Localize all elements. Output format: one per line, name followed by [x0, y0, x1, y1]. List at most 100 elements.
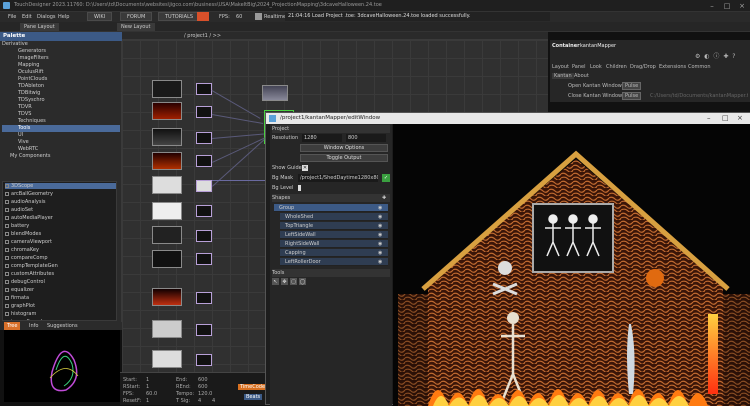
tempo-value[interactable]: 120.0 [198, 391, 212, 397]
list-item[interactable]: debugControl [5, 279, 45, 285]
open-pulse-button[interactable]: Pulse [622, 82, 642, 90]
tree-item[interactable]: My Components [10, 153, 51, 160]
fps-value[interactable]: 60.0 [146, 391, 157, 397]
new-layout-button[interactable]: New Layout [117, 23, 155, 31]
node[interactable] [262, 85, 288, 101]
forum-button[interactable]: FORUM [120, 12, 153, 21]
node[interactable] [152, 320, 182, 338]
node[interactable] [196, 292, 212, 304]
menu-file[interactable]: File [8, 14, 16, 20]
tab-panel[interactable]: Panel [572, 64, 586, 70]
node[interactable] [196, 324, 212, 336]
list-item[interactable]: firmata [5, 295, 29, 301]
tree-item[interactable]: Mapping [18, 62, 39, 69]
tree-item[interactable]: Vive [18, 139, 29, 146]
tree-item[interactable]: Derivative [2, 41, 28, 48]
list-item[interactable]: audioAnalysis [5, 199, 45, 205]
end-value[interactable]: 600 [198, 377, 208, 383]
eye-icon[interactable]: ◉ [378, 222, 382, 230]
realtime-checkbox[interactable] [255, 13, 262, 20]
tree-item-selected[interactable]: Tools [2, 125, 120, 132]
node[interactable] [152, 80, 182, 98]
rend-value[interactable]: 600 [198, 384, 208, 390]
beats-button[interactable]: Beats [244, 394, 263, 400]
toggle-output-button[interactable]: Toggle Output [300, 154, 388, 162]
node[interactable] [196, 132, 212, 144]
tree-item[interactable]: Generators [18, 48, 46, 55]
node[interactable] [196, 253, 212, 265]
node[interactable] [152, 128, 182, 146]
list-item[interactable]: audioSet [5, 207, 33, 213]
wiki-button[interactable]: WIKI [87, 12, 113, 21]
tree-item[interactable]: TDSyschro [18, 97, 45, 104]
tree-item[interactable]: TDVS [18, 111, 31, 118]
node[interactable] [152, 288, 182, 306]
move-tool-icon[interactable]: ✥ [281, 278, 288, 285]
node[interactable] [196, 230, 212, 242]
tree-item[interactable]: ImageFilters [18, 55, 49, 62]
node[interactable] [152, 152, 182, 170]
list-item[interactable]: 3DScope [5, 183, 116, 189]
list-item[interactable]: battery [5, 223, 29, 229]
node[interactable] [152, 102, 182, 120]
tree-item[interactable]: TDAbleton [18, 83, 44, 90]
window-options-button[interactable]: Window Options [300, 144, 388, 152]
menu-dialogs[interactable]: Dialogs [37, 14, 56, 20]
operator-list[interactable]: 3DScope arcBallGeometry audioAnalysis au… [2, 181, 117, 321]
node[interactable] [196, 106, 212, 118]
circle-tool-icon[interactable]: ◯ [299, 278, 306, 285]
minimize-icon[interactable]: – [707, 113, 711, 124]
list-item[interactable]: graphPlot [5, 303, 35, 309]
tab-info[interactable]: Info [26, 322, 41, 330]
shape-row[interactable]: WholeShed ◉ [280, 213, 388, 221]
tab-drag-drop[interactable]: Drag/Drop [630, 64, 656, 70]
shape-row[interactable]: TopTriangle ◉ [280, 222, 388, 230]
menu-help[interactable]: Help [58, 14, 69, 20]
list-item[interactable]: imageSearch [5, 319, 44, 320]
tsig-value-1[interactable]: 4 [198, 398, 201, 404]
eye-icon[interactable]: ◉ [378, 240, 382, 248]
minimize-icon[interactable]: – [706, 1, 718, 11]
list-item[interactable]: compTemplateGen [5, 263, 58, 269]
add-shape-icon[interactable]: ✚ [382, 194, 386, 202]
node[interactable] [196, 205, 212, 217]
menu-edit[interactable]: Edit [22, 14, 32, 20]
tab-tree[interactable]: Tree [4, 322, 21, 330]
maximize-icon[interactable]: □ [721, 1, 733, 11]
check-icon[interactable]: ✓ [382, 174, 390, 182]
param-toolbar-icons[interactable]: ⚙ ◐ ⓘ ✚ ? [695, 51, 745, 60]
tree-item[interactable]: TDBitwig [18, 90, 40, 97]
tab-children[interactable]: Children [606, 64, 627, 70]
tree-item[interactable]: PointClouds [18, 76, 47, 83]
tree-item[interactable]: Techniques [18, 118, 46, 125]
bg-mask-field[interactable]: /project1/ShedDaytime1280x800 [298, 174, 378, 182]
pane-layout-button[interactable]: Pane Layout [20, 23, 59, 31]
eye-icon[interactable]: ◉ [378, 249, 382, 257]
node[interactable] [152, 250, 182, 268]
close-icon[interactable]: × [736, 1, 748, 11]
node[interactable] [152, 176, 182, 194]
tree-item[interactable]: TDVR [18, 104, 32, 111]
shape-row[interactable]: RightSideWall ◉ [280, 240, 388, 248]
tree-item[interactable]: OculusRift [18, 69, 44, 76]
shape-row[interactable]: LeftRollerDoor ◉ [280, 258, 388, 266]
res-height-field[interactable]: 800 [346, 134, 386, 142]
node[interactable] [196, 180, 212, 192]
container-name[interactable]: kantanMapper [580, 43, 616, 49]
tsig-value-2[interactable]: 4 [212, 398, 215, 404]
tab-about[interactable]: About [574, 73, 589, 79]
network-path[interactable]: / project1 / >> [184, 33, 221, 39]
tab-common[interactable]: Common [688, 64, 711, 70]
eye-icon[interactable]: ◉ [378, 231, 382, 239]
tab-layout[interactable]: Layout [552, 64, 569, 70]
perform-mode-icon[interactable] [197, 12, 209, 21]
eye-icon[interactable]: ◉ [378, 213, 382, 221]
close-icon[interactable]: × [737, 113, 743, 124]
tree-item[interactable]: WebRTC [18, 146, 38, 153]
tutorials-button[interactable]: TUTORIALS [158, 12, 201, 21]
show-guide-checkbox[interactable]: ✕ [302, 165, 308, 171]
list-item[interactable]: customAttributes [5, 271, 54, 277]
maximize-icon[interactable]: □ [722, 113, 729, 124]
select-tool-icon[interactable]: ↖ [272, 278, 279, 285]
projection-canvas[interactable] [393, 124, 750, 406]
